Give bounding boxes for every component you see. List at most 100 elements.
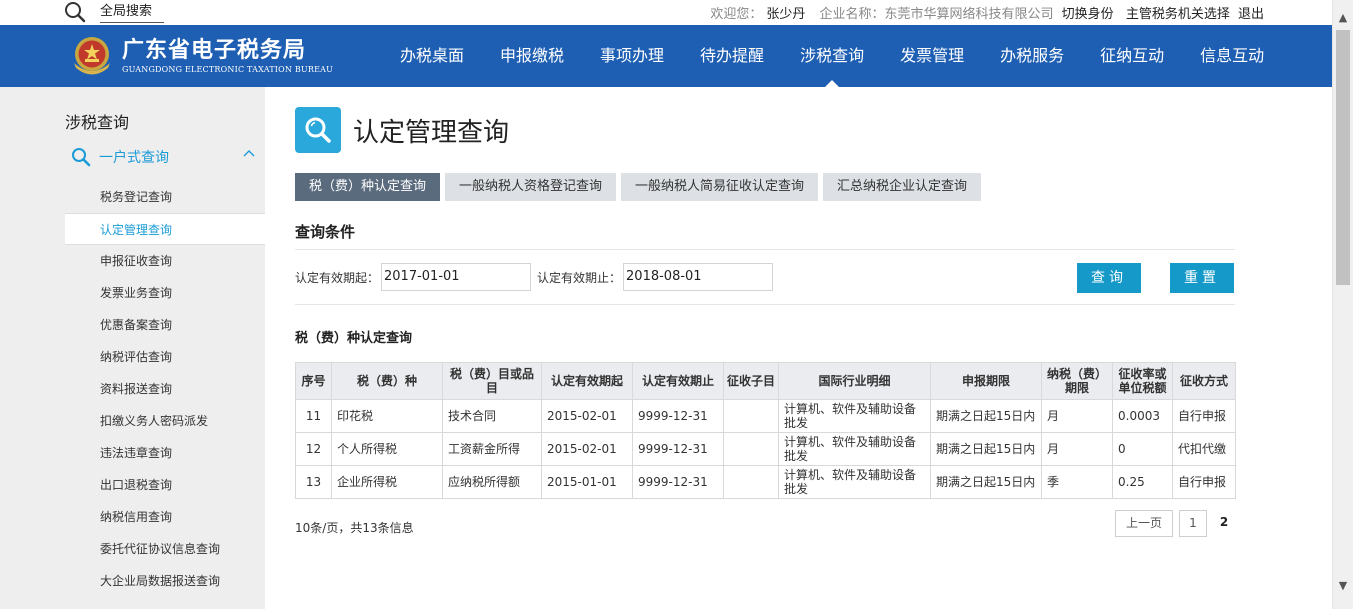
- sidebar-item-invoice-business[interactable]: 发票业务查询: [65, 277, 265, 309]
- table-cell: 代扣代缴: [1172, 432, 1236, 466]
- column-header: 序号: [295, 362, 332, 400]
- logout-link[interactable]: 退出: [1238, 7, 1264, 22]
- table-cell: 2015-02-01: [541, 399, 633, 433]
- nav-item-info[interactable]: 信息互动: [1182, 25, 1282, 87]
- sidebar-group-label[interactable]: 一户式查询: [99, 147, 169, 167]
- sidebar-item-registration[interactable]: 税务登记查询: [65, 181, 265, 213]
- nav-item-invoice[interactable]: 发票管理: [882, 25, 982, 87]
- table-cell: [723, 465, 779, 499]
- query-section-title: 查询条件: [295, 223, 356, 241]
- pagination: 上一页 1 2: [1109, 510, 1235, 537]
- company-name: 东莞市华算网络科技有限公司: [884, 7, 1054, 22]
- sidebar-menu: 税务登记查询 认定管理查询 申报征收查询 发票业务查询 优惠备案查询 纳税评估查…: [65, 181, 265, 597]
- sidebar-item-certification[interactable]: 认定管理查询: [65, 213, 265, 245]
- sidebar-item-credit[interactable]: 纳税信用查询: [65, 501, 265, 533]
- table-row: 12 个人所得税 工资薪金所得 2015-02-01 9999-12-31 计算…: [295, 432, 1236, 466]
- table-header-row: 序号 税（费）种 税（费）目或品目 认定有效期起 认定有效期止 征收子目 国际行…: [295, 362, 1236, 400]
- vertical-scrollbar[interactable]: ▲ ▼: [1332, 0, 1353, 609]
- column-header: 纳税（费）期限: [1041, 362, 1113, 400]
- nav-item-interaction[interactable]: 征纳互动: [1082, 25, 1182, 87]
- user-info-bar: 欢迎您： 张少丹 企业名称：东莞市华算网络科技有限公司 切换身份 主管税务机关选择…: [706, 3, 1264, 22]
- site-logo[interactable]: 广东省电子税务局 GUANGDONG ELECTRONIC TAXATION B…: [68, 33, 333, 79]
- tax-office-select-link[interactable]: 主管税务机关选择: [1126, 7, 1230, 22]
- page-title: 认定管理查询: [353, 117, 510, 148]
- table-cell: 季: [1041, 465, 1113, 499]
- table-cell: 期满之日起15日内: [930, 432, 1042, 466]
- sidebar-item-large-enterprise[interactable]: 大企业局数据报送查询: [65, 565, 265, 597]
- table-cell: 0.0003: [1112, 399, 1173, 433]
- global-search[interactable]: 全局搜索: [64, 1, 165, 23]
- sidebar-item-declaration[interactable]: 申报征收查询: [65, 245, 265, 277]
- logo-chinese-title: 广东省电子税务局: [122, 38, 307, 63]
- tab-tax-type[interactable]: 税（费）种认定查询: [295, 173, 441, 201]
- query-button[interactable]: 查询: [1077, 263, 1141, 293]
- chevron-down-icon[interactable]: ▼: [1333, 577, 1353, 595]
- search-icon[interactable]: [64, 1, 86, 23]
- tab-general-taxpayer[interactable]: 一般纳税人资格登记查询: [445, 173, 617, 201]
- table-row: 11 印花税 技术合同 2015-02-01 9999-12-31 计算机、软件…: [295, 399, 1236, 433]
- scrollbar-thumb[interactable]: [1336, 30, 1350, 285]
- table-row: 13 企业所得税 应纳税所得额 2015-01-01 9999-12-31 计算…: [295, 465, 1236, 499]
- table-cell: 11: [295, 399, 332, 433]
- nav-item-reminders[interactable]: 待办提醒: [682, 25, 782, 87]
- table-cell: [723, 432, 779, 466]
- end-date-input[interactable]: 2018-08-01: [623, 263, 774, 291]
- table-cell: 个人所得税: [331, 432, 443, 466]
- table-cell: 自行申报: [1172, 399, 1236, 433]
- search-icon: [305, 117, 331, 143]
- table-cell: 技术合同: [442, 399, 542, 433]
- prev-page-button[interactable]: 上一页: [1115, 510, 1173, 537]
- tab-simple-levy[interactable]: 一般纳税人简易征收认定查询: [621, 173, 819, 201]
- table-cell: 2015-02-01: [541, 432, 633, 466]
- nav-item-declare-pay[interactable]: 申报缴税: [482, 25, 582, 87]
- global-search-label[interactable]: 全局搜索: [100, 2, 165, 23]
- table-cell: 工资薪金所得: [442, 432, 542, 466]
- table-cell: 期满之日起15日内: [930, 465, 1042, 499]
- start-date-label: 认定有效期起：: [295, 270, 380, 285]
- table-cell: 期满之日起15日内: [930, 399, 1042, 433]
- switch-identity-link[interactable]: 切换身份: [1062, 7, 1114, 22]
- table-cell: 0: [1112, 432, 1173, 466]
- result-table: 序号 税（费）种 税（费）目或品目 认定有效期起 认定有效期止 征收子目 国际行…: [295, 362, 1236, 499]
- table-cell: 9999-12-31: [632, 465, 724, 499]
- table-cell: [723, 399, 779, 433]
- result-title: 税（费）种认定查询: [295, 331, 413, 346]
- logo-text: 广东省电子税务局 GUANGDONG ELECTRONIC TAXATION B…: [122, 37, 333, 75]
- start-date-input[interactable]: 2017-01-01: [381, 263, 532, 291]
- logo-english-title: GUANGDONG ELECTRONIC TAXATION BUREAU: [122, 65, 334, 74]
- main-nav: 办税桌面 申报缴税 事项办理 待办提醒 涉税查询 发票管理 办税服务 征纳互动 …: [382, 25, 1282, 87]
- query-tabs: 税（费）种认定查询 一般纳税人资格登记查询 一般纳税人简易征收认定查询 汇总纳税…: [295, 173, 986, 201]
- chevron-up-icon[interactable]: ▲: [1333, 9, 1353, 27]
- nav-item-affairs[interactable]: 事项办理: [582, 25, 682, 87]
- page-1-button[interactable]: 1: [1179, 510, 1207, 537]
- main-header: 广东省电子税务局 GUANGDONG ELECTRONIC TAXATION B…: [0, 25, 1332, 87]
- nav-item-tax-query[interactable]: 涉税查询: [782, 25, 882, 87]
- sidebar-item-preferential[interactable]: 优惠备案查询: [65, 309, 265, 341]
- nav-item-desk[interactable]: 办税桌面: [382, 25, 482, 87]
- nav-item-service[interactable]: 办税服务: [982, 25, 1082, 87]
- column-header: 申报期限: [930, 362, 1042, 400]
- table-cell: 月: [1041, 399, 1113, 433]
- table-cell: 自行申报: [1172, 465, 1236, 499]
- sidebar-item-materials[interactable]: 资料报送查询: [65, 373, 265, 405]
- query-filters: 认定有效期起： 2017-01-01 认定有效期止： 2018-08-01 查询…: [295, 263, 1235, 293]
- sidebar-item-violations[interactable]: 违法违章查询: [65, 437, 265, 469]
- page-search-icon: [295, 107, 341, 153]
- sidebar-item-withholding-password[interactable]: 扣缴义务人密码派发: [65, 405, 265, 437]
- table-cell: 企业所得税: [331, 465, 443, 499]
- chevron-up-icon[interactable]: [243, 147, 255, 159]
- sidebar-item-assessment[interactable]: 纳税评估查询: [65, 341, 265, 373]
- sidebar-item-export-refund[interactable]: 出口退税查询: [65, 469, 265, 501]
- table-cell: 2015-01-01: [541, 465, 633, 499]
- table-cell: 月: [1041, 432, 1113, 466]
- sidebar-title: 涉税查询: [65, 113, 130, 132]
- column-header: 征收子目: [723, 362, 779, 400]
- current-page-indicator: 2: [1219, 515, 1229, 529]
- top-utility-bar: 全局搜索 欢迎您： 张少丹 企业名称：东莞市华算网络科技有限公司 切换身份 主管税…: [0, 0, 1332, 25]
- sidebar-item-entrusted-collection[interactable]: 委托代征协议信息查询: [65, 533, 265, 565]
- reset-button[interactable]: 重置: [1170, 263, 1234, 293]
- end-date-label: 认定有效期止：: [537, 270, 622, 285]
- tab-consolidated[interactable]: 汇总纳税企业认定查询: [823, 173, 982, 201]
- table-cell: 计算机、软件及辅助设备批发: [778, 465, 931, 499]
- sidebar-group-one-household[interactable]: 一户式查询: [65, 145, 265, 169]
